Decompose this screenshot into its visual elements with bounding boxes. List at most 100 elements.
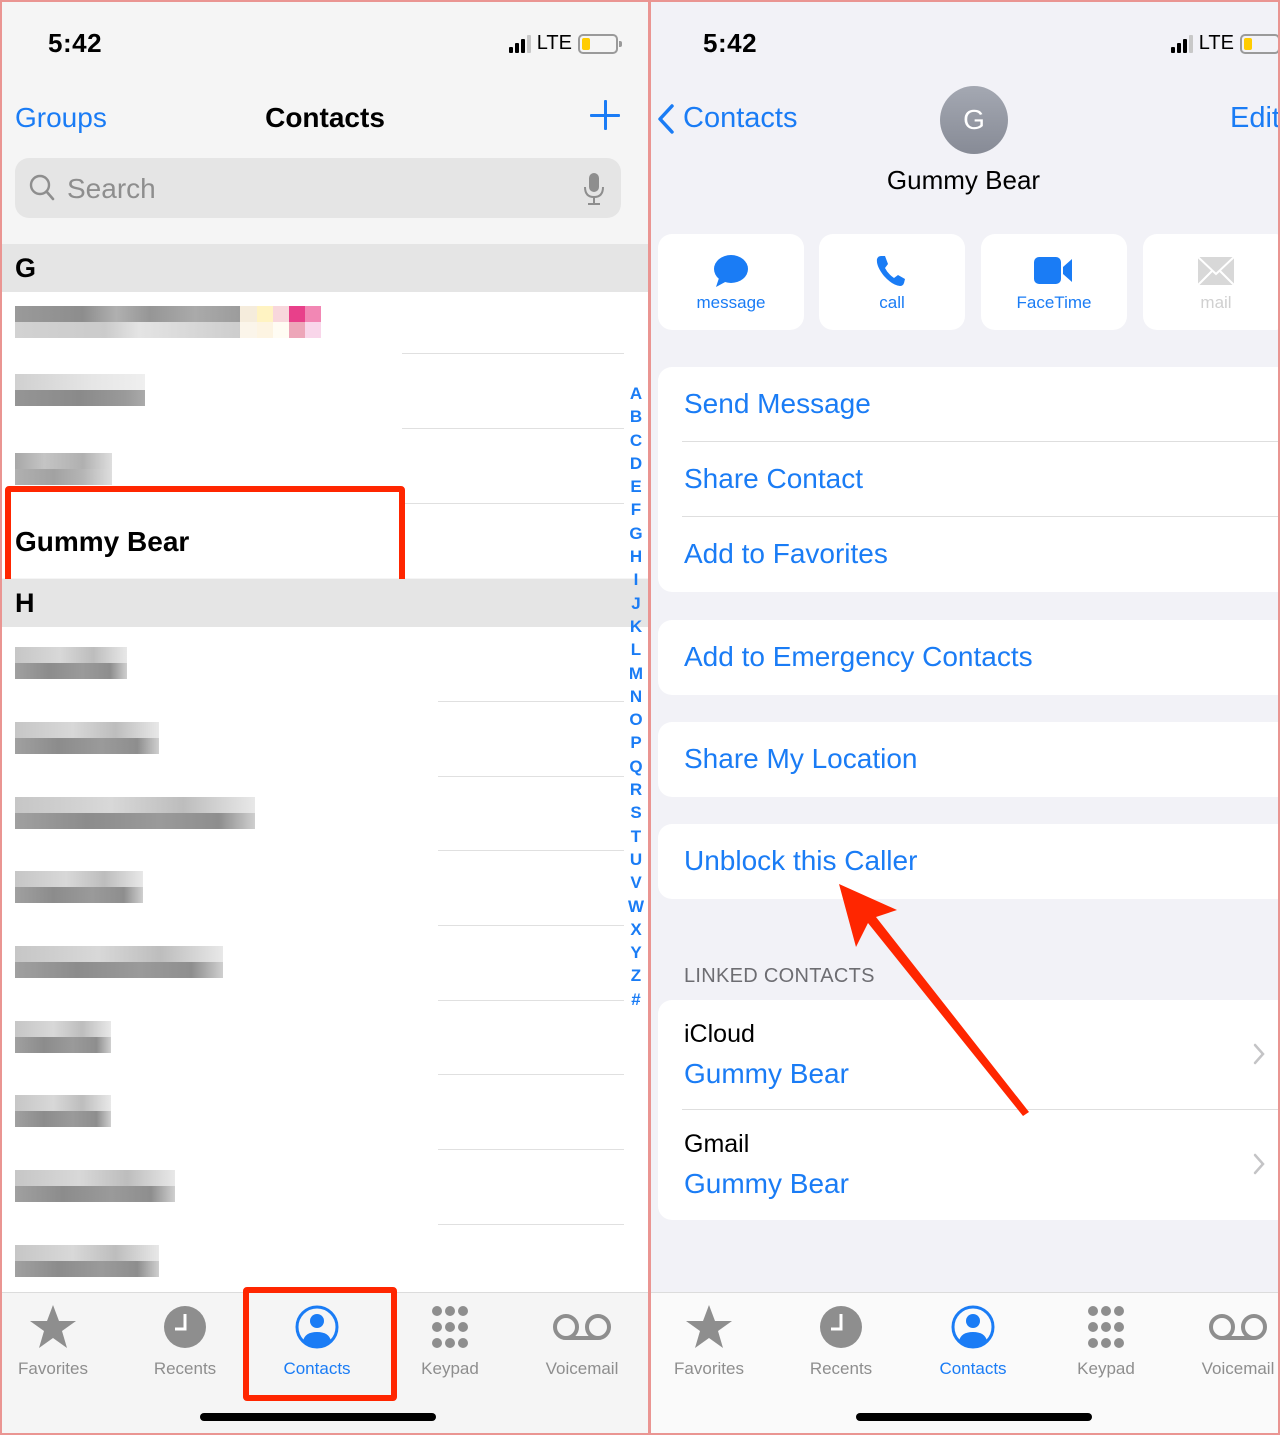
search-icon <box>29 174 55 201</box>
index-letter[interactable]: L <box>631 638 641 661</box>
keypad-icon <box>432 1306 468 1348</box>
contact-row[interactable] <box>2 1150 624 1225</box>
status-bar: 5:42 LTE <box>2 2 648 82</box>
section-header-h: H <box>2 579 648 627</box>
video-camera-icon <box>1034 257 1072 284</box>
contact-row[interactable] <box>2 354 624 429</box>
message-button[interactable]: message <box>658 234 804 330</box>
facetime-button[interactable]: FaceTime <box>981 234 1127 330</box>
tab-favorites[interactable]: Favorites <box>2 1303 118 1379</box>
clock-icon <box>820 1306 862 1348</box>
contact-row[interactable] <box>2 292 624 354</box>
index-letter[interactable]: B <box>630 405 642 428</box>
tab-contacts[interactable]: Contacts <box>908 1303 1038 1379</box>
contact-row[interactable] <box>2 926 624 1001</box>
blurred-contact-name <box>15 1245 159 1277</box>
index-letter[interactable]: Y <box>630 941 641 964</box>
highlight-box-contacts-tab <box>243 1287 397 1401</box>
tab-recents[interactable]: Recents <box>120 1303 250 1379</box>
home-indicator <box>200 1413 436 1421</box>
index-letter[interactable]: J <box>631 592 640 615</box>
contact-row[interactable] <box>2 1001 624 1075</box>
index-letter[interactable]: V <box>630 871 641 894</box>
blurred-contact-name <box>15 374 145 406</box>
index-letter[interactable]: # <box>631 988 640 1011</box>
person-circle-icon <box>951 1305 995 1349</box>
contact-row[interactable] <box>2 851 624 926</box>
envelope-icon <box>1197 256 1235 286</box>
blurred-contact-name <box>15 1170 175 1202</box>
tab-voicemail[interactable]: Voicemail <box>517 1303 647 1379</box>
index-letter[interactable]: H <box>630 545 642 568</box>
plus-icon[interactable] <box>588 98 622 132</box>
index-letter[interactable]: S <box>630 801 641 824</box>
signal-icon <box>1170 34 1193 53</box>
linked-contact-gmail[interactable]: Gmail Gummy Bear <box>658 1110 1278 1220</box>
status-time: 5:42 <box>703 28 758 58</box>
chevron-right-icon <box>1253 1153 1265 1175</box>
blurred-contact-name <box>15 797 255 829</box>
search-input[interactable]: Search <box>15 158 621 218</box>
share-my-location-button[interactable]: Share My Location <box>658 722 1278 797</box>
emergency-card: Add to Emergency Contacts <box>658 620 1278 695</box>
battery-icon <box>1240 33 1278 54</box>
tab-voicemail[interactable]: Voicemail <box>1173 1303 1278 1379</box>
section-header-g: G <box>2 244 648 292</box>
index-letter[interactable]: Q <box>629 755 642 778</box>
index-letter[interactable]: M <box>629 662 643 685</box>
index-letter[interactable]: K <box>630 615 642 638</box>
index-letter[interactable]: O <box>629 708 642 731</box>
tab-keypad[interactable]: Keypad <box>385 1303 515 1379</box>
blurred-contact-name <box>15 1095 111 1127</box>
index-letter[interactable]: G <box>629 522 642 545</box>
index-letter[interactable]: U <box>630 848 642 871</box>
linked-contact-icloud[interactable]: iCloud Gummy Bear <box>658 1000 1278 1110</box>
tab-keypad[interactable]: Keypad <box>1041 1303 1171 1379</box>
contact-row[interactable] <box>2 702 624 777</box>
index-letter[interactable]: F <box>631 498 641 521</box>
index-letter[interactable]: Z <box>631 964 641 987</box>
call-button[interactable]: call <box>819 234 965 330</box>
index-letter[interactable]: E <box>630 475 641 498</box>
search-placeholder: Search <box>67 173 156 204</box>
network-label: LTE <box>1198 32 1234 54</box>
index-letter[interactable]: X <box>630 918 641 941</box>
index-letter[interactable]: D <box>630 452 642 475</box>
index-letter[interactable]: T <box>631 825 641 848</box>
index-letter[interactable]: I <box>634 568 639 591</box>
mail-button[interactable]: mail <box>1143 234 1278 330</box>
blurred-contact-name <box>15 306 322 338</box>
voicemail-icon <box>1209 1314 1267 1340</box>
clock-icon <box>164 1306 206 1348</box>
tab-recents[interactable]: Recents <box>776 1303 906 1379</box>
index-letter[interactable]: A <box>630 382 642 405</box>
tab-bar: Favorites Recents Contacts Keypad Voicem… <box>2 1287 648 1433</box>
voicemail-icon <box>553 1314 611 1340</box>
blurred-contact-name <box>15 871 143 903</box>
microphone-icon[interactable] <box>583 172 605 206</box>
index-letter[interactable]: R <box>630 778 642 801</box>
unblock-caller-button[interactable]: Unblock this Caller <box>658 824 1278 899</box>
contact-row[interactable] <box>2 1075 624 1150</box>
linked-contacts-header: LINKED CONTACTS <box>684 965 875 987</box>
index-letter[interactable]: C <box>630 429 642 452</box>
edit-button[interactable]: Edit <box>1230 102 1278 135</box>
index-letter[interactable]: N <box>630 685 642 708</box>
index-letter[interactable]: P <box>630 731 641 754</box>
tab-favorites[interactable]: Favorites <box>651 1303 774 1379</box>
share-contact-button[interactable]: Share Contact <box>658 442 1278 517</box>
add-to-emergency-contacts-button[interactable]: Add to Emergency Contacts <box>658 620 1278 695</box>
contact-row[interactable] <box>2 777 624 851</box>
contact-detail-screen: 5:42 LTE Contacts Edit G Gummy Bear mess… <box>651 2 1278 1433</box>
alphabet-index[interactable]: A B C D E F G H I J K L M N O P Q R S T U V W X Y Z # <box>626 382 646 1011</box>
contact-row[interactable] <box>2 1225 624 1292</box>
contact-row[interactable] <box>2 627 624 702</box>
message-bubble-icon <box>714 255 748 287</box>
index-letter[interactable]: W <box>628 895 644 918</box>
add-to-favorites-button[interactable]: Add to Favorites <box>658 517 1278 592</box>
send-message-button[interactable]: Send Message <box>658 367 1278 442</box>
chevron-left-icon <box>658 103 674 134</box>
status-bar: 5:42 LTE <box>651 2 1278 82</box>
blurred-contact-name <box>15 722 159 754</box>
back-button[interactable]: Contacts <box>657 102 797 135</box>
